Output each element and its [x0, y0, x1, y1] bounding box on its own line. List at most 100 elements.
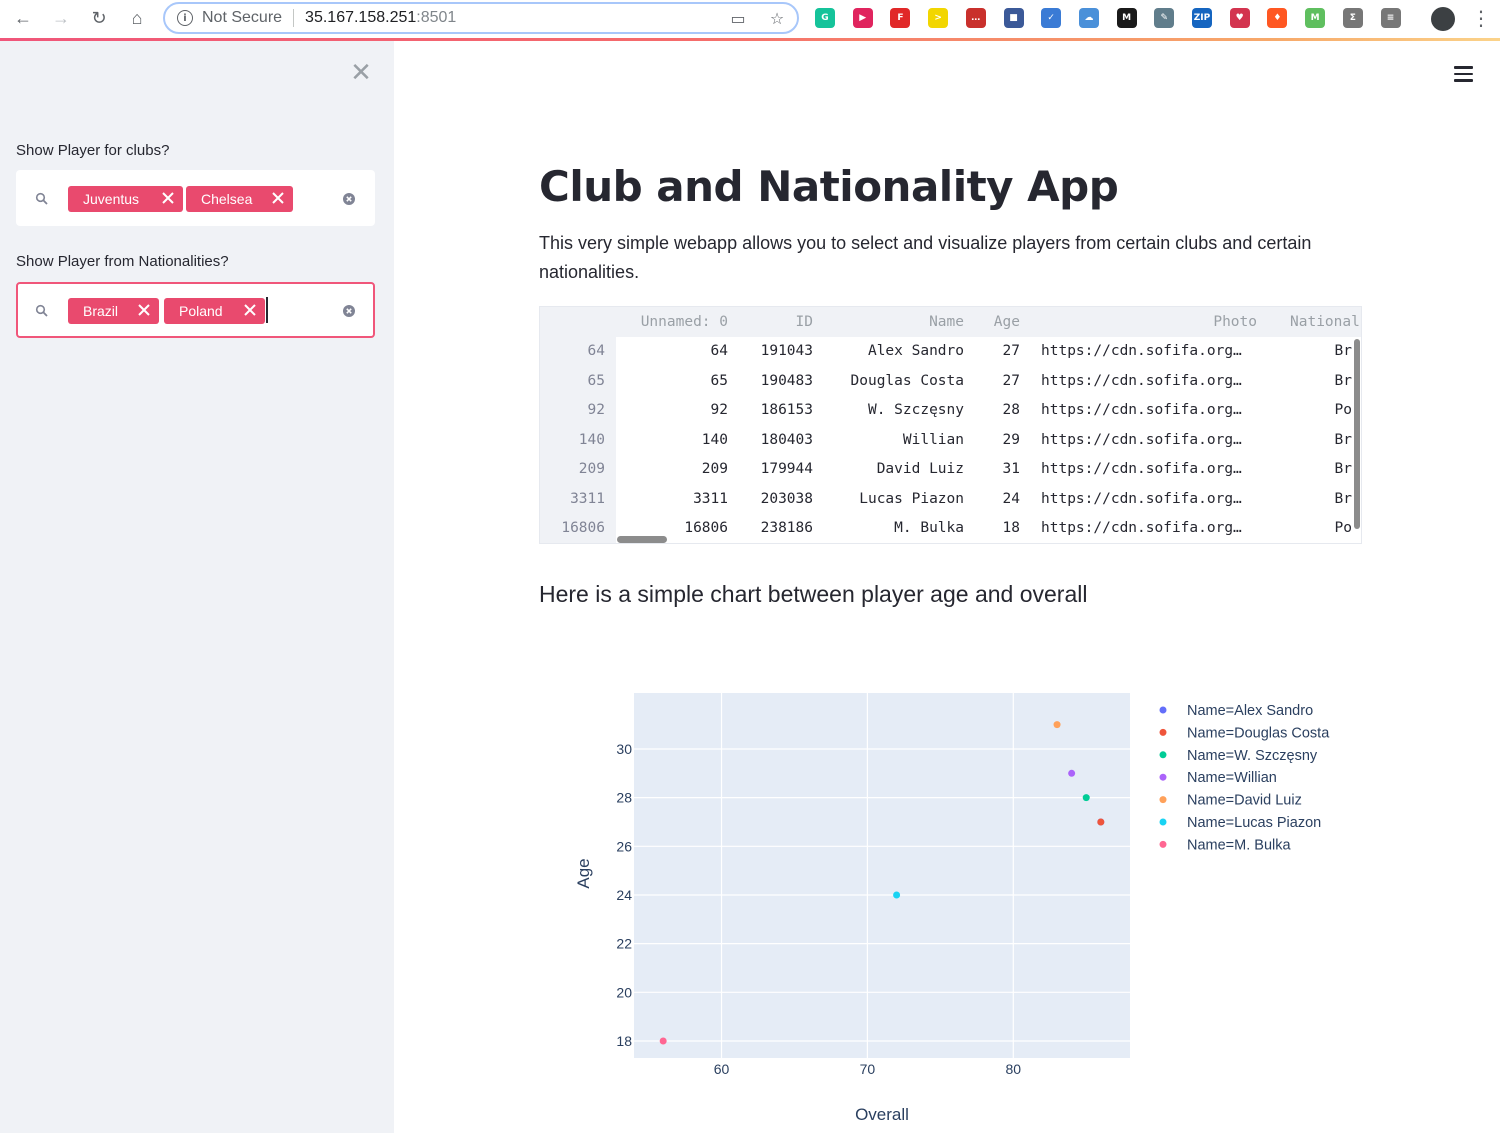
search-icon [35, 304, 48, 317]
bookmark-star-icon[interactable]: ☆ [767, 9, 787, 29]
ext-cloud-icon[interactable]: ☁ [1078, 8, 1099, 28]
y-tick-label: 24 [616, 887, 632, 903]
cell-photo: https://cdn.sofifa.org… [1041, 402, 1242, 418]
remove-chip-icon[interactable] [160, 190, 176, 206]
url-port: :8501 [416, 9, 457, 26]
scatter-point [1068, 769, 1076, 777]
y-axis-title: Age [574, 858, 593, 888]
cell-name: Alex Sandro [867, 343, 964, 359]
forward-arrow-icon[interactable]: → [48, 5, 74, 31]
text-cursor [266, 297, 268, 323]
cell-name: Lucas Piazon [859, 490, 964, 507]
chip-label: Juventus [83, 191, 140, 207]
cell-id: 238186 [760, 520, 813, 536]
remove-chip-icon[interactable] [270, 190, 286, 206]
vertical-scrollbar[interactable] [1354, 339, 1360, 529]
scatter-point [659, 1037, 667, 1045]
cell-nationality: Po [1334, 520, 1352, 536]
cell-nationality: Br [1334, 490, 1352, 507]
browser-toolbar: ← → ↻ ⌂ i Not Secure 35.167.158.251:8501… [0, 0, 1500, 38]
chip-brazil: Brazil [68, 298, 159, 324]
cell-id: 179944 [760, 461, 813, 477]
horizontal-scrollbar[interactable] [617, 536, 667, 543]
x-tick-label: 60 [714, 1061, 730, 1077]
remove-chip-icon[interactable] [136, 302, 152, 318]
plot-area [634, 693, 1130, 1058]
ext-shield-icon[interactable]: ✓ [1041, 8, 1062, 28]
cell-photo: https://cdn.sofifa.org… [1041, 431, 1242, 448]
cell-age: 27 [1002, 372, 1020, 389]
y-tick-label: 26 [616, 838, 632, 854]
ext-m2-icon[interactable]: M [1305, 8, 1326, 28]
sidebar: ✕ Show Player for clubs? Juventus Chelse… [0, 41, 394, 1133]
chip-poland: Poland [164, 298, 265, 324]
y-tick-label: 30 [616, 741, 632, 757]
flipboard-icon[interactable]: F [890, 8, 911, 28]
dataframe-table[interactable]: Unnamed: 0 ID Name Age Photo National 64 64 1910… [539, 306, 1362, 544]
nationalities-multiselect[interactable]: Brazil Poland [16, 282, 375, 338]
cell-nationality: Br [1334, 461, 1352, 477]
y-tick-label: 20 [616, 984, 632, 1000]
ext-zip-icon[interactable]: ZIP [1192, 8, 1212, 28]
clubs-multiselect[interactable]: Juventus Chelsea [16, 170, 375, 226]
ext-pen-icon[interactable]: ✎ [1154, 8, 1175, 28]
home-icon[interactable]: ⌂ [124, 5, 150, 31]
ext-dots-icon[interactable]: … [965, 8, 986, 28]
info-icon[interactable]: i [177, 10, 193, 26]
cell-nationality: Br [1334, 343, 1352, 359]
cell-age: 29 [1002, 431, 1020, 448]
col-header-photo: Photo [1213, 314, 1257, 330]
nationalities-label: Show Player from Nationalities? [16, 253, 229, 270]
cell-nationality: Po [1334, 402, 1352, 418]
clubs-label: Show Player for clubs? [16, 142, 170, 159]
col-header-id: ID [795, 314, 813, 330]
legend-marker [1159, 818, 1167, 826]
cell-id: 186153 [760, 402, 813, 418]
cell-photo: https://cdn.sofifa.org… [1041, 372, 1242, 389]
ext-db-icon[interactable]: ≡ [1380, 8, 1401, 28]
page-title: Club and Nationality App [539, 162, 1119, 211]
cell-age: 28 [1002, 402, 1020, 418]
chip-juventus: Juventus [68, 186, 183, 212]
cell-unnamed: 140 [701, 431, 728, 448]
ext-sigma-icon[interactable]: Σ [1342, 8, 1363, 28]
profile-avatar-icon[interactable] [1431, 7, 1455, 31]
cell-age: 24 [1002, 490, 1020, 507]
cell-age: 27 [1002, 343, 1020, 359]
address-bar[interactable]: i Not Secure 35.167.158.251:8501 ▭ ☆ [163, 2, 799, 34]
grammarly-icon[interactable]: G [815, 8, 835, 28]
ext-m-icon[interactable]: M [1116, 8, 1137, 28]
cell-age: 31 [1002, 461, 1020, 477]
age-overall-scatter-chart[interactable]: 60 70 80 18 20 22 24 26 28 30 Overall Age Name=Alex … [539, 640, 1362, 1130]
reload-icon[interactable]: ↻ [86, 5, 112, 31]
col-header-name: Name [929, 314, 964, 330]
legend-entry: Name=David Luiz [1187, 793, 1302, 809]
kebab-menu-icon[interactable]: ⋮ [1468, 5, 1494, 31]
cast-icon[interactable]: ▭ [728, 9, 748, 29]
youtube-icon[interactable]: ▶ [852, 8, 873, 28]
clear-all-icon[interactable] [342, 304, 356, 318]
cell-id: 180403 [760, 431, 813, 448]
close-sidebar-icon[interactable]: ✕ [349, 60, 373, 86]
y-tick-label: 22 [616, 936, 632, 952]
legend-entry: Name=Lucas Piazon [1187, 815, 1321, 831]
cell-id: 190483 [760, 372, 813, 389]
cell-photo: https://cdn.sofifa.org… [1041, 490, 1242, 507]
legend-entry: Name=W. Szczęsny [1187, 748, 1318, 764]
legend-marker [1159, 728, 1167, 736]
hamburger-menu-icon[interactable] [1454, 66, 1474, 82]
ext-folder-icon[interactable]: ■ [1003, 8, 1024, 28]
cell-unnamed: 3311 [693, 490, 728, 507]
scatter-point [1053, 721, 1061, 729]
chip-label: Chelsea [201, 191, 253, 207]
ext-flame-icon[interactable]: ♦ [1267, 8, 1288, 28]
chip-label: Brazil [83, 303, 119, 319]
pocket-icon[interactable]: ♥ [1229, 8, 1250, 28]
back-arrow-icon[interactable]: ← [10, 5, 36, 31]
ext-arrow-icon[interactable]: > [928, 8, 949, 28]
remove-chip-icon[interactable] [242, 302, 258, 318]
legend-marker [1159, 706, 1167, 714]
clear-all-icon[interactable] [342, 192, 356, 206]
cell-unnamed: 65 [710, 372, 728, 389]
row-index: 3311 [570, 490, 605, 507]
